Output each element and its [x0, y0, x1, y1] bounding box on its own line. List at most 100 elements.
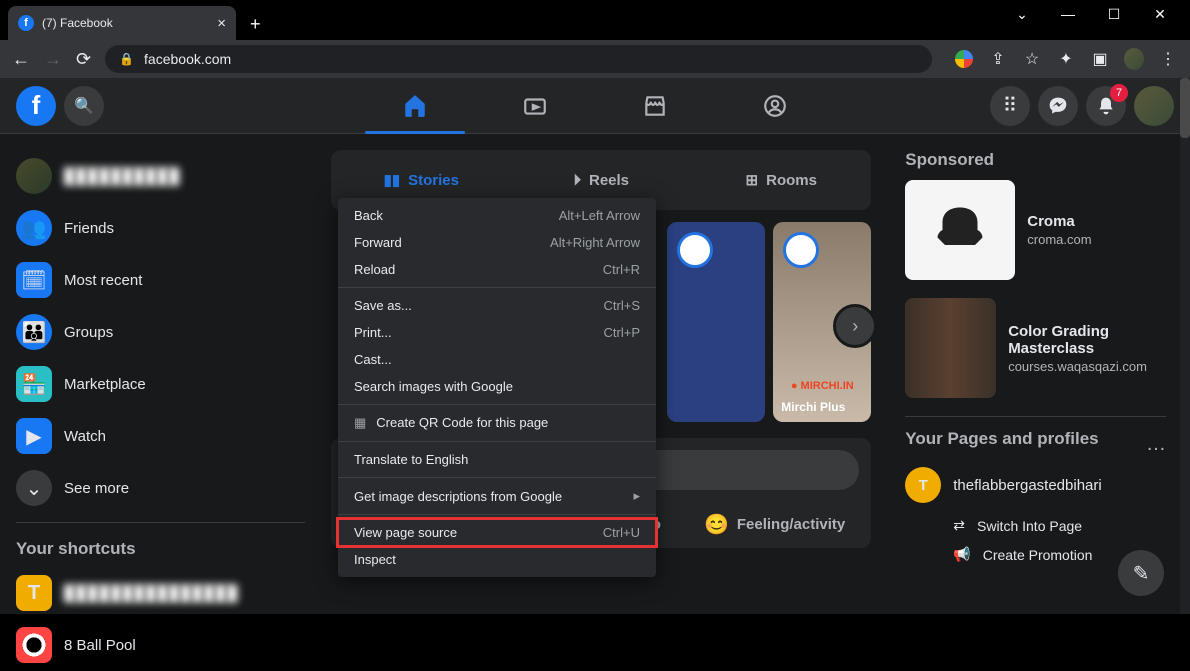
stories-next-button[interactable]: › [833, 304, 877, 348]
share-icon[interactable]: ⇪ [988, 49, 1008, 69]
window-controls: ⌄ — ☐ ✕ [1010, 0, 1190, 23]
sidebar-item-see-more[interactable]: ⌄ See more [8, 462, 313, 514]
sidebar-item-friends[interactable]: 👥Friends [8, 202, 313, 254]
tab-icon: ⏵ [573, 172, 581, 189]
extensions-icon[interactable]: ✦ [1056, 49, 1076, 69]
search-button[interactable]: 🔍 [64, 86, 104, 126]
grid-icon: ⠿ [1003, 93, 1018, 118]
bookmark-star-icon[interactable]: ☆ [1022, 49, 1042, 69]
reload-button[interactable]: ⟳ [76, 49, 91, 70]
shortcut-item[interactable]: T███████████████ [8, 567, 313, 619]
chevron-down-icon[interactable]: ⌄ [1010, 6, 1034, 23]
ad-title: Croma [1027, 213, 1091, 230]
sidebar-label: Most recent [64, 272, 142, 289]
close-window-button[interactable]: ✕ [1148, 6, 1172, 23]
ad-title: Color Grading Masterclass [1008, 323, 1166, 357]
menu-item-print-[interactable]: Print...Ctrl+P [338, 319, 656, 346]
qr-icon: ▦ [354, 415, 366, 430]
menu-label: Save as... [354, 298, 412, 313]
sidebar-icon: ⌄ [16, 470, 52, 506]
facebook-top-nav [360, 78, 830, 134]
google-icon[interactable] [954, 49, 974, 69]
profile-avatar[interactable] [1134, 86, 1174, 126]
menu-separator [338, 477, 656, 478]
pages-menu-icon[interactable]: … [1146, 433, 1166, 456]
menu-item-translate-to-english[interactable]: Translate to English [338, 446, 656, 473]
lock-icon: 🔒 [119, 52, 134, 66]
menu-shortcut: Alt+Right Arrow [550, 235, 640, 250]
ad-domain: courses.waqasqazi.com [1008, 359, 1166, 374]
menu-item-back[interactable]: BackAlt+Left Arrow [338, 202, 656, 229]
menu-label: Cast... [354, 352, 392, 367]
menu-item-search-images-with-google[interactable]: Search images with Google [338, 373, 656, 400]
browser-tab[interactable]: f (7) Facebook × [8, 6, 236, 40]
menu-item-inspect[interactable]: Inspect [338, 546, 656, 573]
sidebar-item-most-recent[interactable]: 🗓 Most recent [8, 254, 313, 306]
menu-separator [338, 441, 656, 442]
facebook-favicon: f [18, 15, 34, 31]
nav-marketplace[interactable] [600, 78, 710, 134]
menu-item-cast-[interactable]: Cast... [338, 346, 656, 373]
menu-item-save-as-[interactable]: Save as... Ctrl+S [338, 292, 656, 319]
scrollbar[interactable] [1180, 78, 1190, 614]
right-sidebar: Sponsored Cromacroma.comColor Grading Ma… [881, 134, 1190, 614]
ad-domain: croma.com [1027, 232, 1091, 247]
switch-page-link[interactable]: ⇄ Switch Into Page [905, 511, 1166, 540]
menu-shortcut: Ctrl+P [604, 325, 640, 340]
back-button[interactable]: ← [12, 49, 30, 70]
notifications-button[interactable]: 7 [1086, 86, 1126, 126]
sidebar-label: See more [64, 480, 129, 497]
nav-home[interactable] [360, 78, 470, 134]
tab-rooms[interactable]: ⊞Rooms [691, 150, 871, 210]
chrome-profile-avatar[interactable] [1124, 49, 1144, 69]
tab-label: Stories [408, 172, 459, 189]
maximize-button[interactable]: ☐ [1102, 6, 1126, 23]
search-icon: 🔍 [74, 96, 94, 116]
new-tab-button[interactable]: + [250, 14, 261, 35]
sidebar-item-marketplace[interactable]: 🏪Marketplace [8, 358, 313, 410]
sidebar-label: Watch [64, 428, 106, 445]
sidebar-label: Groups [64, 324, 113, 341]
sidebar-item-watch[interactable]: ▶Watch [8, 410, 313, 462]
tab-close-icon[interactable]: × [217, 15, 226, 32]
story-title: Mirchi Plus [781, 400, 863, 414]
floating-edit-button[interactable]: ✎ [1118, 550, 1164, 596]
header-right: ⠿ 7 [990, 86, 1174, 126]
minimize-button[interactable]: — [1056, 6, 1080, 23]
messenger-button[interactable] [1038, 86, 1078, 126]
chrome-menu-icon[interactable]: ⋮ [1158, 49, 1178, 69]
sidebar-item-groups[interactable]: 👪 Groups [8, 306, 313, 358]
compose-feeling-activity[interactable]: 😊Feeling/activity [690, 504, 859, 545]
menu-item-reload[interactable]: ReloadCtrl+R [338, 256, 656, 283]
menu-shortcut: Ctrl+S [604, 298, 640, 313]
sidebar-icon: 🗓 [16, 262, 52, 298]
page-item[interactable]: T theflabbergastedbihari [905, 459, 1166, 511]
submenu-arrow-icon: ▸ [633, 488, 640, 504]
nav-groups[interactable] [720, 78, 830, 134]
menu-item-view-page-source[interactable]: View page sourceCtrl+U [338, 519, 656, 546]
menu-grid-button[interactable]: ⠿ [990, 86, 1030, 126]
left-sidebar: ██████████👥Friends 🗓 Most recent 👪 Groups 🏪Ma… [0, 134, 321, 614]
pages-heading: Your Pages and profiles [905, 429, 1098, 449]
menu-label: Search images with Google [354, 379, 513, 394]
sponsored-ad[interactable]: Croma croma.com [905, 180, 1166, 280]
scroll-thumb[interactable] [1180, 78, 1190, 138]
menu-label: Inspect [354, 552, 396, 567]
sidebar-icon: 👪 [16, 314, 52, 350]
menu-item-forward[interactable]: ForwardAlt+Right Arrow [338, 229, 656, 256]
nav-watch[interactable] [480, 78, 590, 134]
menu-item-get-image-descriptions-from-google[interactable]: Get image descriptions from Google▸ [338, 482, 656, 510]
apps-icon[interactable]: ▣ [1090, 49, 1110, 69]
shortcut-item[interactable]: 8 Ball Pool [8, 619, 313, 671]
sidebar-label: Friends [64, 220, 114, 237]
facebook-logo[interactable]: f [16, 86, 56, 126]
menu-shortcut: Ctrl+U [603, 525, 640, 540]
tab-label: Rooms [766, 172, 817, 189]
menu-item-create-qr-code-for-this-page[interactable]: ▦Create QR Code for this page [338, 409, 656, 437]
url-input[interactable]: 🔒 facebook.com [105, 45, 932, 73]
sidebar-item-profile[interactable]: ██████████ [8, 150, 313, 202]
story-card[interactable] [667, 222, 765, 422]
ad-image [905, 298, 996, 398]
forward-button[interactable]: → [44, 49, 62, 70]
sponsored-ad[interactable]: Color Grading Masterclass courses.waqasqa… [905, 298, 1166, 398]
